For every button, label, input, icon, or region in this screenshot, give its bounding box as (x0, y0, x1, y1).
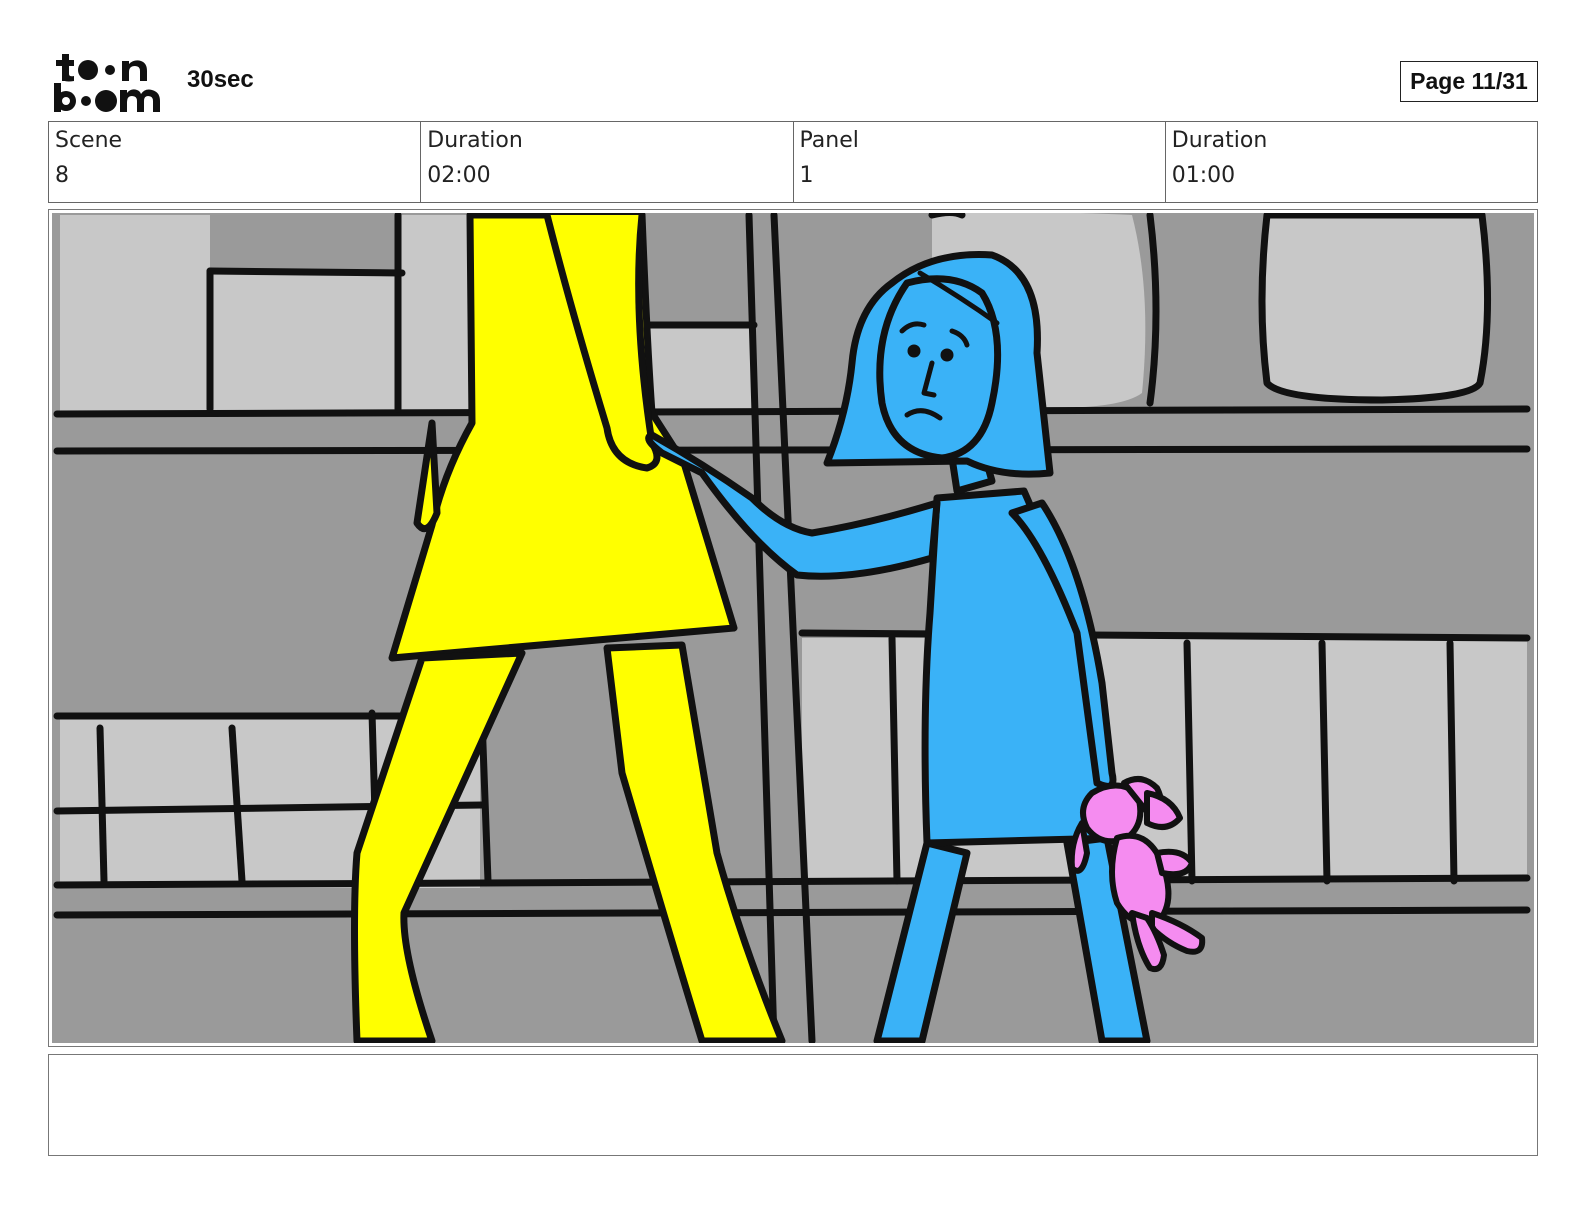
storyboard-drawing (52, 213, 1534, 1043)
panel-frame (48, 209, 1538, 1047)
scene-duration-value: 02:00 (427, 163, 491, 188)
scene-info-table: Scene 8 Duration 02:00 Panel 1 Duration … (48, 121, 1538, 203)
shelf-box (210, 271, 398, 411)
shelf-line (53, 906, 1531, 919)
page-indicator: Page 11/31 (1400, 61, 1538, 102)
shelf-line (53, 405, 1531, 418)
shelf-box (1258, 213, 1492, 404)
shelf-line (53, 445, 1531, 455)
panel-duration-cell: Duration 01:00 (1166, 122, 1537, 202)
shelf-box (60, 215, 210, 411)
scene-cell: Scene 8 (49, 122, 422, 202)
project-title: 30sec (187, 66, 254, 93)
panel-cell: Panel 1 (794, 122, 1166, 202)
panel-value: 1 (799, 163, 814, 188)
panel-notes-box (48, 1054, 1538, 1156)
shelf-box (802, 638, 1527, 878)
scene-value: 8 (55, 163, 69, 188)
scene-label: Scene (55, 128, 123, 153)
toon-boom-logo (54, 54, 160, 112)
scene-duration-cell: Duration 02:00 (421, 122, 794, 202)
panel-duration-value: 01:00 (1171, 163, 1236, 188)
shelf-box (398, 215, 470, 411)
scene-duration-label: Duration (427, 128, 523, 153)
panel-label: Panel (799, 128, 859, 153)
shelf-box (644, 325, 754, 411)
panel-duration-label: Duration (1171, 128, 1268, 153)
